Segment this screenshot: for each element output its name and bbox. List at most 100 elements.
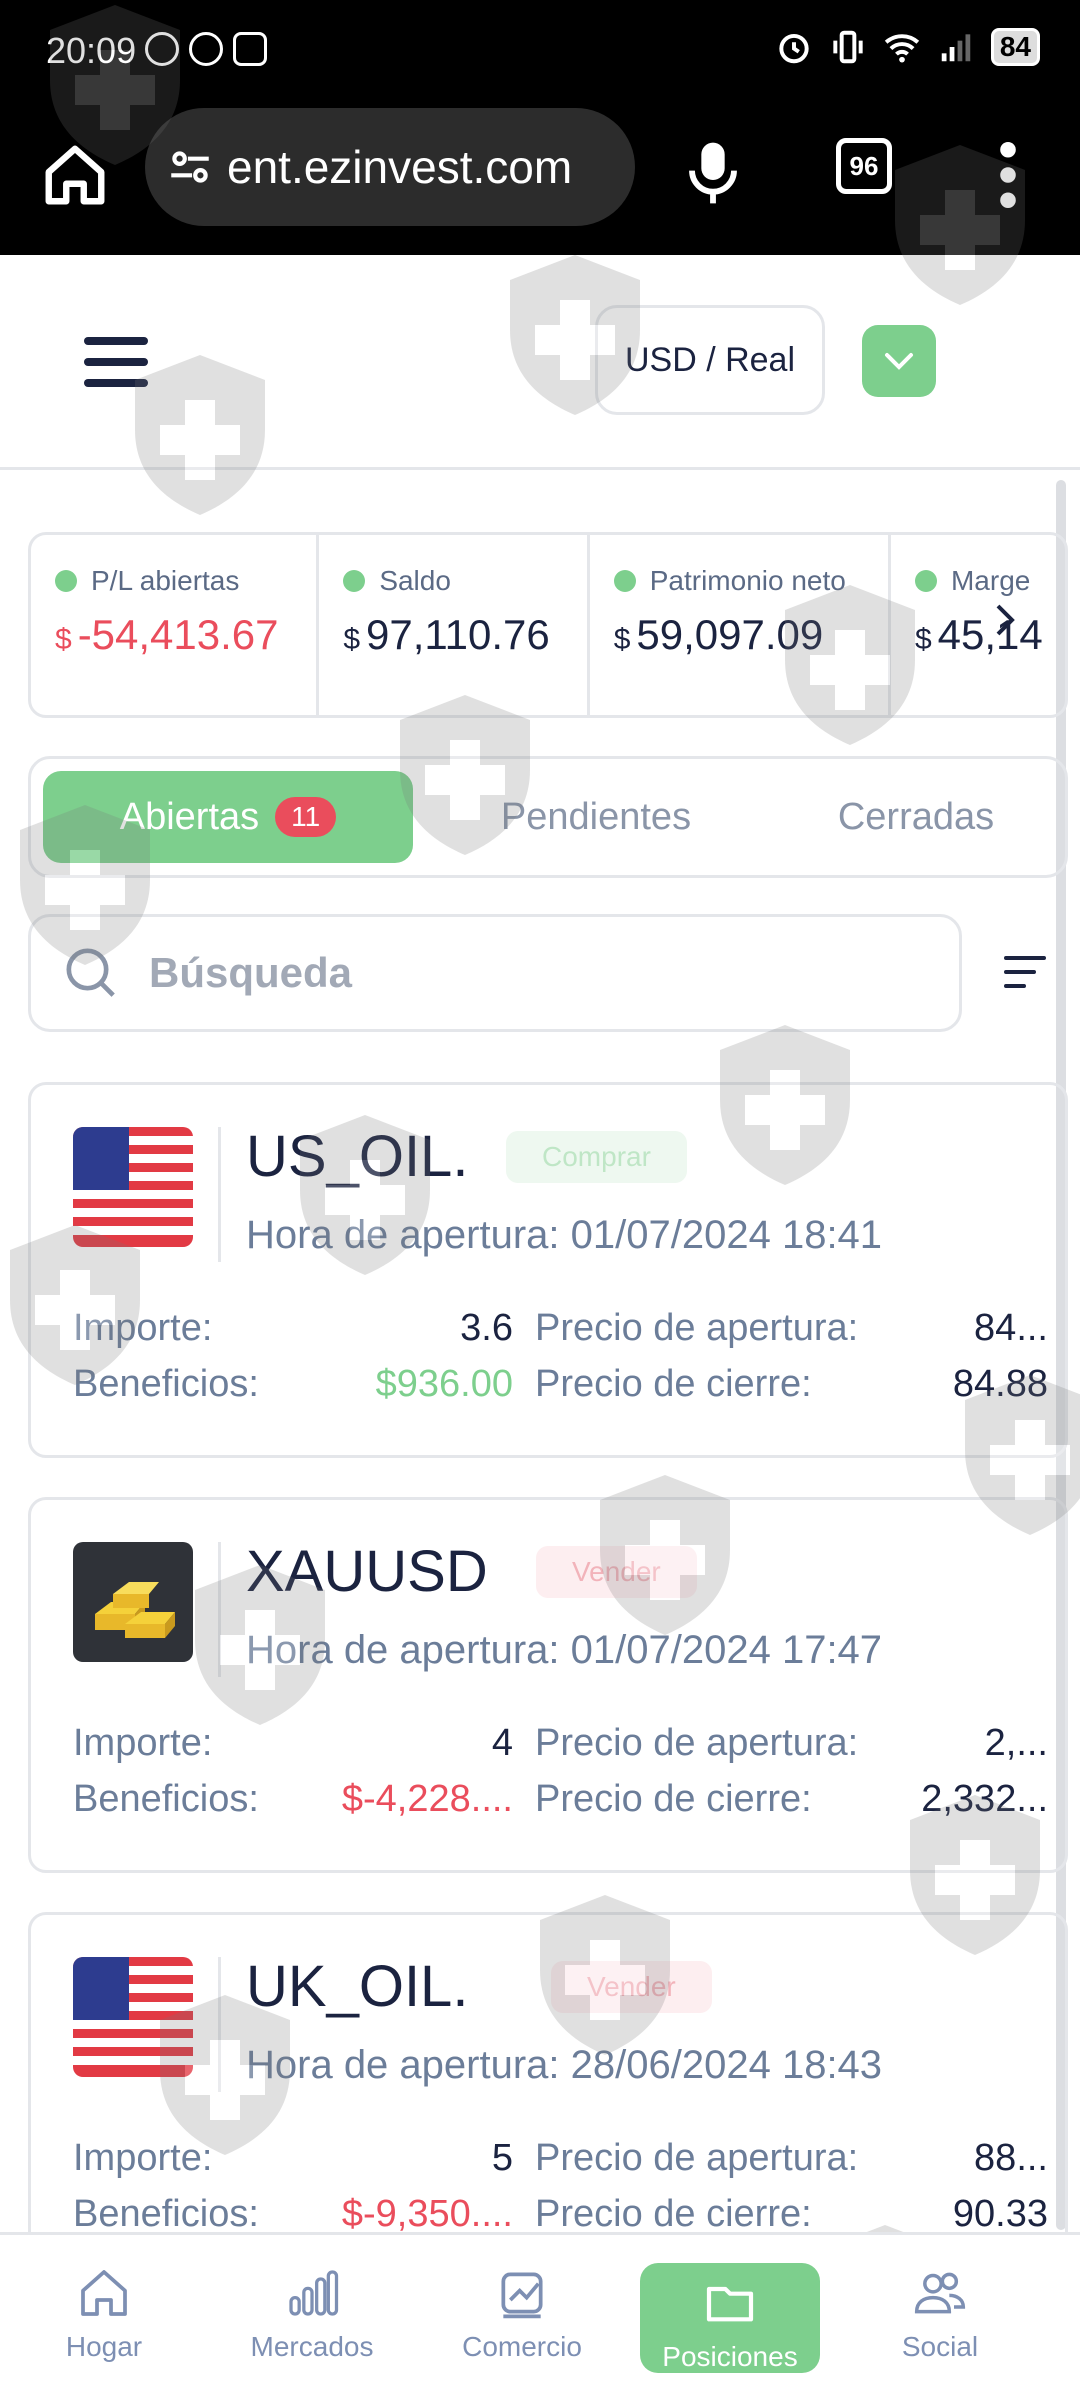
status-bar: 20:09 84 bbox=[0, 0, 1080, 100]
close-price-label: Precio de cierre: bbox=[535, 1363, 812, 1405]
instagram-icon bbox=[233, 32, 267, 66]
microphone-icon[interactable] bbox=[685, 138, 741, 208]
tab-switcher-button[interactable]: 96 bbox=[836, 138, 892, 194]
position-tabs: Abiertas 11 Pendientes Cerradas bbox=[28, 756, 1068, 878]
summary-balance: Saldo $97,110.76 bbox=[319, 535, 590, 715]
us-flag-icon bbox=[73, 1127, 193, 1247]
currency-symbol: $ bbox=[914, 623, 932, 656]
open-time-label: Hora de apertura: bbox=[246, 2043, 560, 2087]
menu-icon[interactable] bbox=[84, 337, 148, 387]
chevron-right-icon[interactable] bbox=[990, 600, 1020, 640]
profit-label: Beneficios: bbox=[73, 2193, 259, 2235]
home-icon[interactable] bbox=[40, 140, 110, 210]
app-header: USD / Real bbox=[0, 255, 1080, 470]
chevron-down-icon bbox=[885, 353, 913, 370]
position-symbol: UK_OIL. bbox=[246, 1954, 469, 2019]
open-price-label: Precio de apertura: bbox=[535, 1722, 859, 1764]
notification-icons bbox=[145, 32, 267, 66]
nav-social[interactable]: Social bbox=[850, 2265, 1030, 2385]
summary-pl-open: P/L abiertas $ -54,413.67 bbox=[31, 535, 320, 715]
open-time-value: 28/06/2024 18:43 bbox=[570, 2043, 883, 2087]
open-price-label: Precio de apertura: bbox=[535, 1307, 859, 1349]
open-price-value: 88... bbox=[974, 2137, 1048, 2179]
open-time-label: Hora de apertura: bbox=[246, 1628, 560, 1672]
summary-label: P/L abiertas bbox=[91, 565, 240, 596]
position-card[interactable]: US_OIL. Comprar Hora de apertura: 01/07/… bbox=[28, 1082, 1068, 1458]
open-count-badge: 11 bbox=[275, 797, 337, 837]
open-price-value: 2,... bbox=[984, 1722, 1048, 1764]
whatsapp-icon bbox=[189, 32, 223, 66]
nav-home-label: Hogar bbox=[65, 2331, 143, 2362]
nav-trade-label: Comercio bbox=[462, 2331, 582, 2362]
tab-pending[interactable]: Pendientes bbox=[461, 771, 731, 863]
gold-bars-icon bbox=[73, 1542, 193, 1662]
currency-symbol: $ bbox=[343, 623, 360, 656]
open-time-label: Hora de apertura: bbox=[246, 1213, 560, 1257]
nav-home[interactable]: Hogar bbox=[14, 2265, 194, 2385]
amount-label: Importe: bbox=[73, 1722, 213, 1764]
more-options-icon[interactable] bbox=[998, 140, 1018, 210]
us-flag-icon bbox=[73, 1957, 193, 2077]
close-price-label: Precio de cierre: bbox=[535, 1778, 812, 1820]
open-time-value: 01/07/2024 17:47 bbox=[570, 1628, 883, 1672]
battery-indicator: 84 bbox=[990, 28, 1040, 66]
open-time: Hora de apertura: 28/06/2024 18:43 bbox=[246, 2043, 882, 2088]
sort-icon[interactable] bbox=[1004, 954, 1046, 990]
home-icon bbox=[81, 2270, 127, 2316]
account-selector[interactable]: USD / Real bbox=[595, 305, 825, 415]
folder-icon bbox=[706, 2286, 754, 2322]
amount-label: Importe: bbox=[73, 1307, 213, 1349]
currency-symbol: $ bbox=[55, 623, 72, 656]
search-box bbox=[28, 914, 962, 1032]
summary-margin: Marge $45,14 bbox=[891, 535, 1065, 715]
currency-symbol: $ bbox=[613, 623, 631, 656]
nav-trade[interactable]: Comercio bbox=[432, 2265, 612, 2385]
whatsapp-icon bbox=[145, 32, 179, 66]
close-price-label: Precio de cierre: bbox=[535, 2193, 812, 2235]
alarm-icon bbox=[779, 33, 809, 64]
summary-equity: Patrimonio neto $59,097.09 bbox=[590, 535, 891, 715]
summary-value: 59,097.09 bbox=[636, 611, 824, 658]
users-icon bbox=[914, 2272, 966, 2314]
summary-label: Saldo bbox=[379, 565, 451, 596]
side-badge: Vender bbox=[551, 1961, 712, 2013]
nav-markets-label: Mercados bbox=[250, 2331, 374, 2362]
profit-label: Beneficios: bbox=[73, 1778, 259, 1820]
summary-value: 97,110.76 bbox=[366, 611, 550, 658]
nav-social-label: Social bbox=[901, 2331, 979, 2362]
site-settings-icon[interactable] bbox=[165, 142, 215, 192]
account-dropdown-button[interactable] bbox=[862, 325, 936, 397]
profit-value: $-9,350.... bbox=[341, 2193, 513, 2235]
status-icons: 84 bbox=[775, 28, 1040, 66]
wifi-icon bbox=[884, 34, 919, 63]
position-symbol: US_OIL. bbox=[246, 1124, 469, 1189]
trade-chart-icon bbox=[501, 2272, 543, 2319]
profit-value: $-4,228.... bbox=[341, 1778, 513, 1820]
account-summary: P/L abiertas $ -54,413.67 Saldo $97,110.7… bbox=[28, 532, 1068, 718]
tab-open-label: Abiertas bbox=[119, 795, 260, 838]
amount-label: Importe: bbox=[73, 2137, 213, 2179]
signal-icon bbox=[941, 34, 971, 62]
amount-value: 3.6 bbox=[460, 1307, 513, 1349]
tab-open[interactable]: Abiertas 11 bbox=[43, 771, 413, 863]
bottom-navigation: Hogar Mercados Comercio Posiciones Socia… bbox=[0, 2232, 1080, 2400]
nav-positions[interactable]: Posiciones bbox=[640, 2263, 820, 2373]
nav-positions-label: Posiciones bbox=[662, 2341, 798, 2372]
status-time: 20:09 bbox=[46, 30, 137, 71]
vibrate-icon bbox=[833, 30, 863, 64]
close-price-value: 2,332... bbox=[921, 1778, 1048, 1820]
bar-chart-icon bbox=[289, 2270, 339, 2316]
nav-markets[interactable]: Mercados bbox=[222, 2265, 402, 2385]
summary-value: -54,413.67 bbox=[77, 611, 279, 658]
close-price-value: 84.88 bbox=[952, 1363, 1048, 1405]
open-time-value: 01/07/2024 18:41 bbox=[570, 1213, 883, 1257]
summary-label: Marge bbox=[950, 565, 1031, 596]
url-text: ent.ezinvest.com bbox=[227, 141, 573, 193]
search-input[interactable] bbox=[149, 949, 849, 997]
position-symbol: XAUUSD bbox=[246, 1539, 488, 1604]
address-bar[interactable]: ent.ezinvest.com bbox=[145, 108, 635, 226]
tab-closed[interactable]: Cerradas bbox=[781, 771, 1051, 863]
open-price-value: 84... bbox=[974, 1307, 1048, 1349]
profit-label: Beneficios: bbox=[73, 1363, 259, 1405]
position-card[interactable]: XAUUSD Vender Hora de apertura: 01/07/20… bbox=[28, 1497, 1068, 1873]
